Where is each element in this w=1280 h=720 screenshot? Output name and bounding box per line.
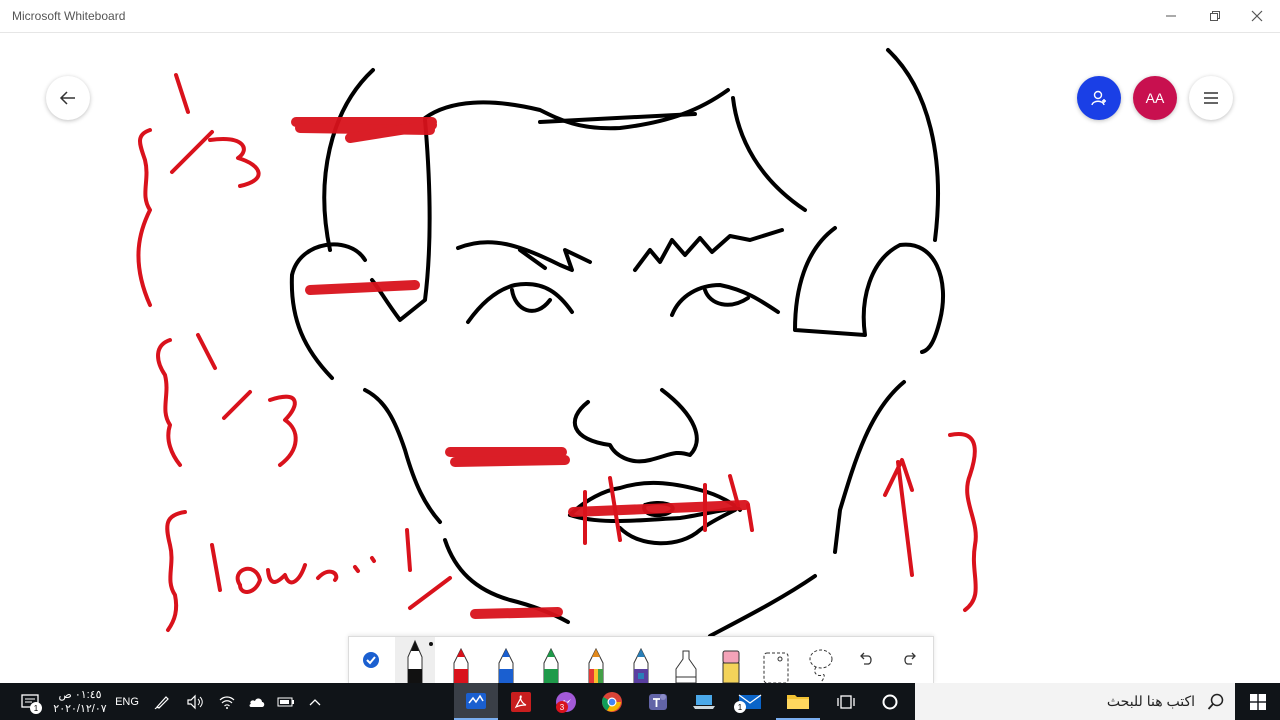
taskbar-search-box[interactable]: اكتب هنا للبحث [915,683,1235,720]
wifi-icon [219,695,235,709]
eraser-button[interactable] [711,637,751,683]
ruler-button[interactable] [756,637,796,683]
inking-toolbar [348,636,934,684]
volume-icon [187,694,203,709]
taskbar-chrome-app[interactable] [592,683,632,720]
file-explorer-icon [787,694,809,709]
pen-icon [633,647,649,683]
taskbar-mail-app[interactable]: 1 [730,683,770,720]
battery-icon [277,697,294,706]
taskbar-messenger-app[interactable]: 3 [546,683,586,720]
search-placeholder: اكتب هنا للبحث [1106,693,1195,709]
avatar-initials: AA [1145,90,1165,106]
checkmark-icon [363,652,379,668]
add-person-icon [1091,90,1106,106]
title-bar: Microsoft Whiteboard [0,0,1280,33]
close-button[interactable] [1234,0,1280,32]
show-hidden-icons-button[interactable] [303,683,327,720]
hamburger-icon [1204,92,1218,104]
pen-red-button[interactable] [441,637,481,683]
pen-rainbow-button[interactable] [576,637,616,683]
red-annotations [136,73,978,632]
pen-icon [588,647,604,683]
acrobat-icon [511,691,531,712]
invite-button[interactable] [1077,76,1121,120]
back-button[interactable] [46,76,90,120]
ruler-icon [763,652,789,683]
laptop-icon [693,694,715,709]
clock[interactable]: ٠١:٤٥ ص ٢٠٢٠/١٢/٠٧ [52,683,108,720]
mail-badge: 1 [734,701,746,713]
face-sketch [289,48,946,638]
notification-button[interactable]: 1 [12,683,48,720]
onedrive-button[interactable] [244,683,268,720]
pen-icon [453,647,469,683]
chevron-up-icon [309,698,321,705]
pen-green-button[interactable] [531,637,571,683]
restore-button[interactable] [1192,0,1238,32]
cortana-icon [882,694,898,709]
minimize-button[interactable] [1148,0,1194,32]
taskbar-whiteboard-app[interactable] [454,683,498,720]
windows-taskbar: 1 ٠١:٤٥ ص ٢٠٢٠/١٢/٠٧ ENG 3 1 اكتب هنا لل… [0,683,1280,720]
language-indicator[interactable]: ENG [112,683,142,720]
whiteboard-canvas[interactable] [0,33,1280,683]
pen-blue-button[interactable] [486,637,526,683]
highlighter-button[interactable] [666,637,706,683]
redo-icon [904,652,916,665]
lasso-button[interactable] [801,637,841,683]
taskbar-laptop-app[interactable] [684,683,724,720]
chrome-icon [602,691,622,712]
onedrive-icon [249,697,265,707]
task-view-icon [837,694,855,709]
task-view-button[interactable] [826,683,866,720]
pen-galaxy-button[interactable] [621,637,661,683]
settings-menu-button[interactable] [1189,76,1233,120]
pen-workspace-icon [154,695,169,709]
eraser-icon [722,650,740,683]
whiteboard-app-icon [466,692,486,709]
redo-button[interactable] [890,637,930,683]
arrow-left-icon [59,91,75,105]
app-title: Microsoft Whiteboard [12,9,126,23]
pen-icon [543,647,559,683]
cortana-button[interactable] [870,683,910,720]
undo-icon [860,652,872,665]
volume-button[interactable] [183,683,207,720]
taskbar-teams-app[interactable] [638,683,678,720]
pen-icon [407,639,423,683]
close-icon [1251,10,1263,22]
pen-icon [498,647,514,683]
selected-dot [429,642,433,646]
restore-icon [1210,11,1220,21]
taskbar-acrobat-app[interactable] [501,683,541,720]
highlighter-icon [675,650,697,683]
pen-workspace-button[interactable] [150,683,174,720]
clock-time: ٠١:٤٥ ص [58,688,102,701]
avatar-button[interactable]: AA [1133,76,1177,120]
clock-date: ٢٠٢٠/١٢/٠٧ [53,702,107,715]
start-button[interactable] [1236,683,1280,720]
wifi-button[interactable] [215,683,239,720]
battery-button[interactable] [274,683,298,720]
notification-count: 1 [30,702,42,714]
messenger-badge: 3 [556,701,568,713]
ink-to-shape-button[interactable] [351,637,391,683]
teams-icon [649,693,667,710]
search-icon [1207,693,1224,710]
windows-start-icon [1250,693,1266,710]
lasso-icon [809,649,833,683]
taskbar-file-explorer-app[interactable] [776,683,820,720]
minimize-icon [1166,15,1176,17]
undo-button[interactable] [846,637,886,683]
